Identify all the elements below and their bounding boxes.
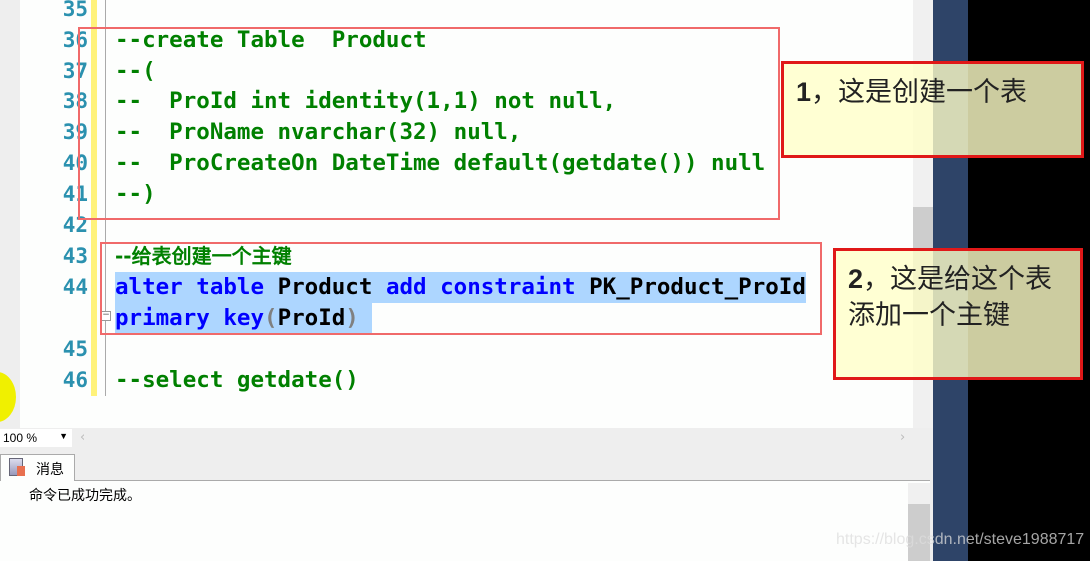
annotation-callout-1: 1，这是创建一个表 (781, 61, 1084, 158)
result-message: 命令已成功完成。 (29, 488, 141, 504)
editor-gutter (0, 0, 20, 428)
zoom-value: 100 % (3, 431, 38, 445)
callout-number: 1 (796, 77, 812, 107)
highlight-box-primary-key (100, 242, 822, 335)
scroll-right-icon[interactable]: › (900, 430, 905, 445)
editor-status-bar (0, 428, 933, 448)
scroll-left-icon[interactable]: ‹ (80, 430, 85, 445)
line-number: 44 (62, 275, 88, 299)
chevron-down-icon: ▼ (59, 431, 68, 441)
highlight-box-create-table (78, 27, 780, 220)
messages-icon-accent (17, 466, 25, 476)
tab-label: 消息 (36, 462, 64, 478)
line-number: 46 (62, 368, 88, 392)
watermark: https://blog.csdn.net/steve1988717 (836, 531, 1085, 548)
callout-text: ，这是给这个表添加一个主键 (848, 264, 1053, 331)
line-number: 35 (62, 0, 88, 21)
callout-text: ，这是创建一个表 (811, 77, 1028, 108)
zoom-select[interactable]: 100 % ▼ (0, 429, 72, 447)
callout-number: 2 (848, 264, 864, 294)
annotation-callout-2: 2，这是给这个表添加一个主键 (833, 248, 1083, 380)
line-number: 45 (62, 337, 88, 361)
code-line-46[interactable]: --select getdate() (115, 365, 359, 396)
line-number: 43 (62, 244, 88, 268)
